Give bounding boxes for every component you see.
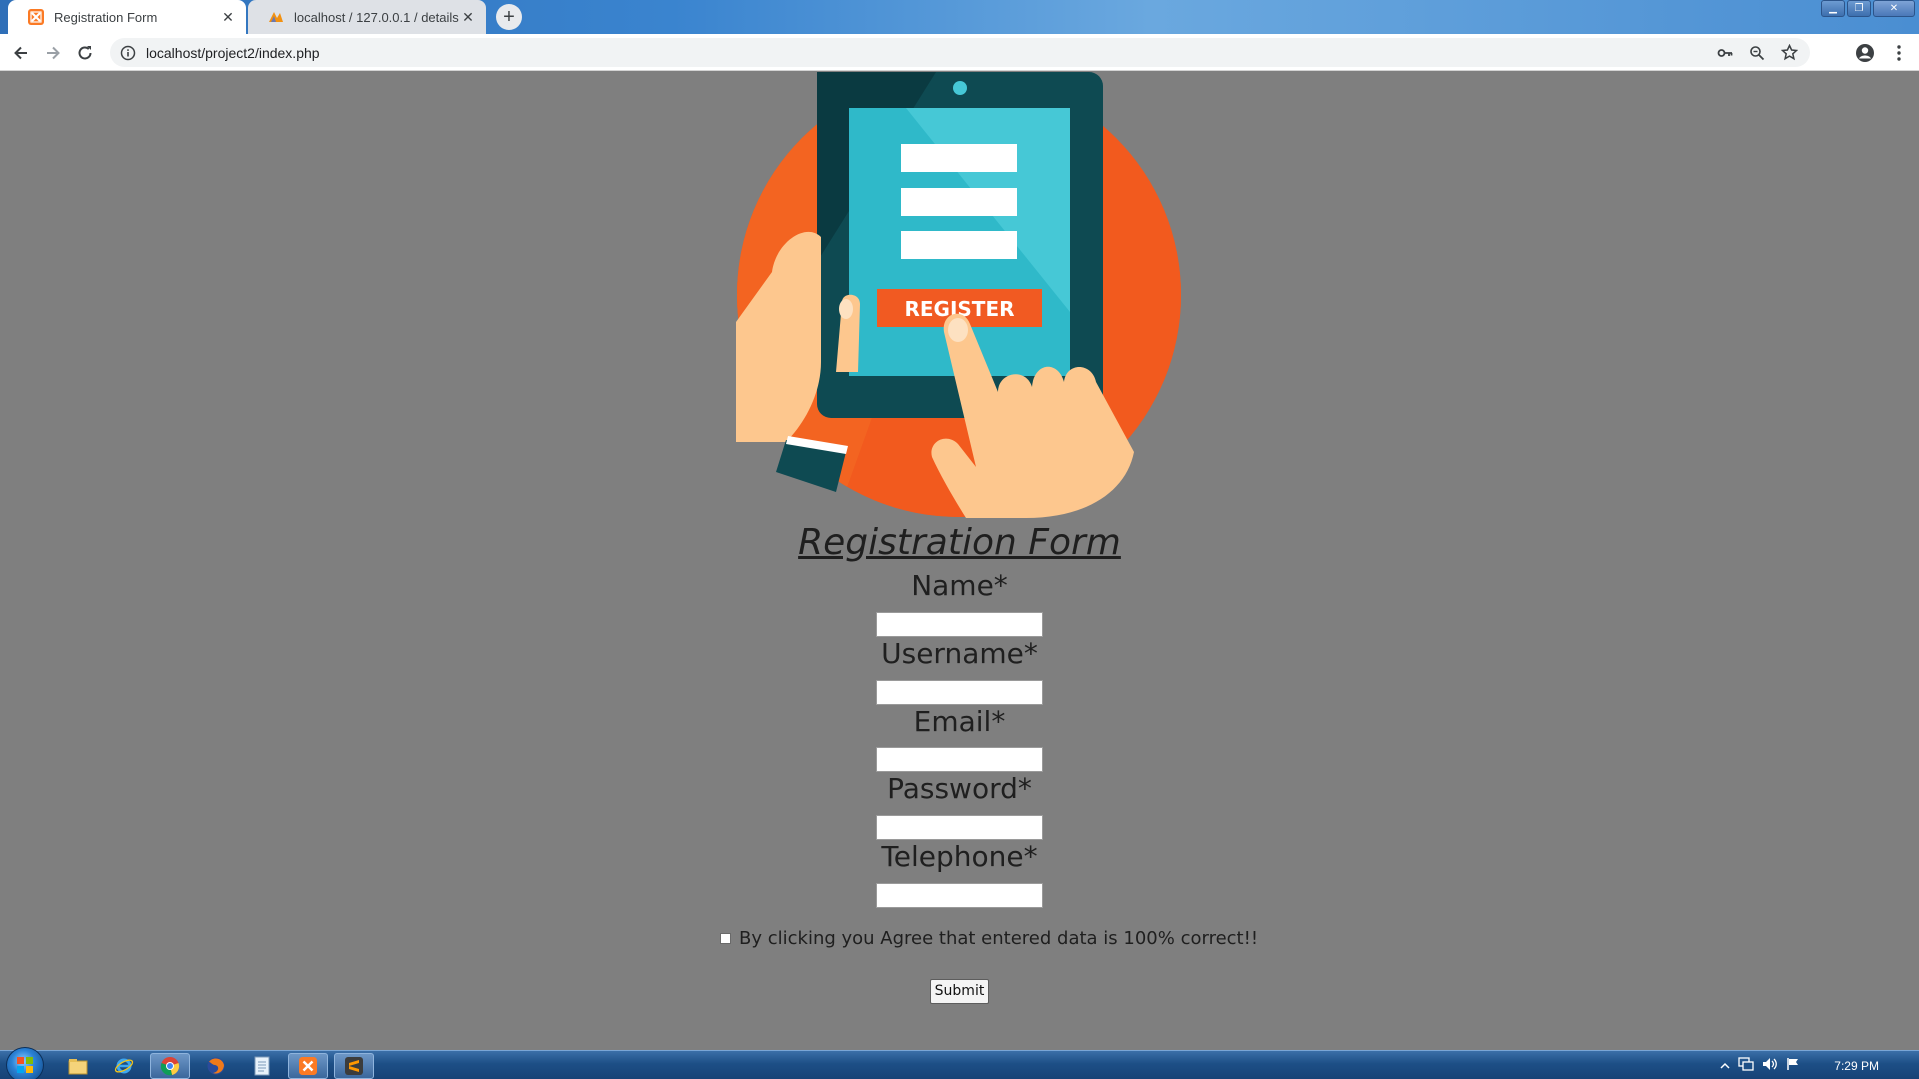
system-tray: 7:29 PM [1720, 1051, 1919, 1079]
address-bar[interactable]: localhost/project2/index.php [110, 38, 1810, 67]
clock[interactable]: 7:29 PM [1834, 1059, 1879, 1073]
start-button[interactable] [6, 1047, 44, 1079]
volume-icon[interactable] [1762, 1056, 1778, 1075]
zoom-icon[interactable] [1744, 40, 1770, 66]
reload-button[interactable] [72, 40, 98, 66]
tab-close-icon[interactable]: ✕ [220, 9, 236, 25]
page-content: REGISTER Registration Form Name* Usernam… [0, 72, 1919, 1050]
internet-explorer-icon[interactable] [104, 1053, 144, 1079]
submit-button[interactable]: Submit [930, 979, 989, 1004]
username-input[interactable] [876, 680, 1043, 705]
back-button[interactable] [8, 40, 34, 66]
tab-title: Registration Form [54, 9, 158, 25]
browser-tab-strip: Registration Form ✕ localhost / 127.0.0.… [0, 0, 1919, 34]
windows-logo-icon [17, 1057, 33, 1073]
more-menu-icon[interactable] [1886, 40, 1912, 66]
action-center-flag-icon[interactable] [1786, 1056, 1800, 1075]
minimize-button[interactable]: ▁ [1821, 0, 1845, 17]
url-text[interactable]: localhost/project2/index.php [146, 45, 320, 61]
windows-taskbar: 7:29 PM [0, 1047, 1919, 1079]
reload-icon [78, 46, 92, 60]
browser-toolbar: localhost/project2/index.php [0, 34, 1919, 71]
sublime-text-icon[interactable] [334, 1053, 374, 1079]
phpmyadmin-icon [268, 9, 284, 25]
telephone-label: Telephone* [881, 840, 1038, 873]
screen-field [901, 144, 1017, 172]
forward-button[interactable] [40, 40, 66, 66]
agreement-checkbox[interactable] [720, 933, 731, 944]
screen-field [901, 231, 1017, 259]
arrow-left-icon [14, 46, 27, 60]
password-input[interactable] [876, 815, 1043, 840]
tray-expand-icon[interactable] [1720, 1056, 1730, 1075]
email-label: Email* [913, 705, 1006, 738]
explorer-icon[interactable] [58, 1053, 98, 1079]
new-tab-button[interactable]: + [496, 4, 522, 30]
chrome-icon[interactable] [150, 1053, 190, 1079]
arrow-right-icon [47, 46, 60, 60]
profile-avatar-icon[interactable] [1852, 40, 1878, 66]
form-title: Registration Form [798, 522, 1121, 563]
maximize-button[interactable]: ❐ [1847, 0, 1871, 17]
agreement-row: By clicking you Agree that entered data … [720, 928, 1258, 949]
key-icon[interactable] [1712, 40, 1738, 66]
xampp-icon[interactable] [288, 1053, 328, 1079]
tablet-camera [953, 81, 967, 95]
name-label: Name* [911, 569, 1008, 602]
info-icon [120, 45, 136, 60]
screen-field [901, 188, 1017, 216]
network-icon[interactable] [1738, 1056, 1754, 1075]
tab-registration-form[interactable]: Registration Form ✕ [8, 0, 246, 34]
password-label: Password* [887, 772, 1032, 805]
tab-close-icon[interactable]: ✕ [460, 9, 476, 25]
bookmark-star-icon[interactable] [1776, 40, 1802, 66]
email-input[interactable] [876, 747, 1043, 772]
window-close-button[interactable]: ✕ [1873, 0, 1915, 17]
notepad-icon[interactable] [242, 1053, 282, 1079]
window-controls: ▁ ❐ ✕ [1821, 0, 1915, 17]
tab-title: localhost / 127.0.0.1 / details / de [294, 9, 460, 25]
tab-phpmyadmin[interactable]: localhost / 127.0.0.1 / details / de ✕ [248, 0, 486, 34]
telephone-input[interactable] [876, 883, 1043, 908]
username-label: Username* [881, 637, 1038, 670]
name-input[interactable] [876, 612, 1043, 637]
firefox-icon[interactable] [196, 1053, 236, 1079]
xampp-icon [28, 9, 44, 25]
agreement-text: By clicking you Agree that entered data … [739, 928, 1259, 949]
registration-illustration: REGISTER [736, 72, 1181, 518]
